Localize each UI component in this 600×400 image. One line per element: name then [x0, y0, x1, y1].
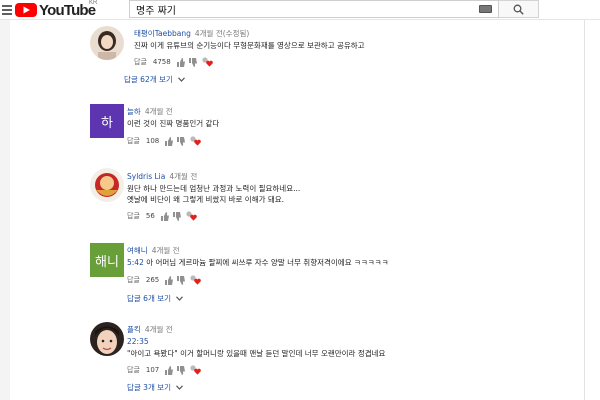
logo-region: KR: [89, 0, 98, 6]
view-replies-label: 답글 6개 보기: [127, 294, 172, 303]
avatar[interactable]: [90, 322, 124, 356]
thumbs-up-icon[interactable]: [165, 365, 174, 375]
comment-header: Syldris Lia 4개월 전: [127, 171, 197, 182]
reply-button[interactable]: 답글: [127, 136, 140, 146]
timestamp-link[interactable]: 22:35: [127, 337, 149, 346]
thumbs-up-icon[interactable]: [165, 136, 174, 146]
comment-header: 여해니 4개월 전: [127, 245, 180, 256]
heart-icon: [194, 368, 202, 375]
thumbs-up-icon[interactable]: [165, 275, 174, 285]
avatar-photo-icon: [90, 26, 124, 60]
author-name[interactable]: 태평이Taebbang: [134, 29, 191, 38]
thumbs-down-icon[interactable]: [177, 275, 186, 285]
chevron-down-icon: [176, 385, 183, 390]
thumbs-up-icon[interactable]: [176, 57, 185, 67]
comment-time[interactable]: 4개월 전(수정됨): [195, 29, 249, 38]
youtube-page: YouTube KR 태평이Taebbang 4개월 전(수정됨): [0, 0, 600, 400]
youtube-logo[interactable]: YouTube: [15, 1, 96, 19]
thumbs-down-icon[interactable]: [177, 136, 186, 146]
view-replies-button[interactable]: 답글 6개 보기: [127, 293, 183, 304]
view-replies-button[interactable]: 답글 62개 보기: [124, 74, 185, 85]
comment-time[interactable]: 4개월 전: [145, 107, 173, 116]
masthead: YouTube KR: [0, 0, 600, 20]
author-name[interactable]: 늘하: [127, 107, 141, 116]
thumbs-down-icon[interactable]: [177, 365, 186, 375]
comment-actions: 답글 108: [127, 135, 204, 147]
search-icon: [513, 4, 524, 15]
avatar-photo-icon: [90, 168, 124, 202]
heart-icon: [205, 60, 213, 67]
thumbs-up-icon[interactable]: [160, 211, 169, 221]
avatar[interactable]: 해니: [90, 243, 124, 277]
like-count: 107: [145, 366, 160, 374]
heart-icon: [194, 139, 202, 146]
avatar-letter: 해니: [95, 254, 119, 270]
thumbs-down-icon[interactable]: [172, 211, 181, 221]
comment-time[interactable]: 4개월 전: [152, 246, 180, 255]
reply-button[interactable]: 답글: [134, 57, 147, 67]
reply-button[interactable]: 답글: [127, 211, 140, 221]
comment-header: 태평이Taebbang 4개월 전(수정됨): [134, 28, 249, 39]
comment-time[interactable]: 4개월 전: [169, 172, 197, 181]
reply-button[interactable]: 답글: [127, 365, 140, 375]
timestamp-link[interactable]: 5:42: [127, 258, 144, 267]
view-replies-label: 답글 3개 보기: [127, 383, 172, 392]
search-box[interactable]: [129, 0, 499, 18]
left-gutter: [0, 20, 10, 400]
keyboard-icon[interactable]: [479, 5, 492, 13]
comment-actions: 답글 265: [127, 274, 204, 286]
comment-text: "아이고 욕봤다" 이거 할머니랑 있을때 맨날 듣던 말인데 너무 오랜만이라…: [127, 349, 386, 358]
comment-text: 원단 하나 만드는데 엄청난 과정과 노력이 필요하네요...: [127, 184, 301, 193]
avatar-letter: 하: [101, 115, 113, 131]
chevron-down-icon: [176, 296, 183, 301]
thumbs-down-icon[interactable]: [188, 57, 197, 67]
comment-header: 늘하 4개월 전: [127, 106, 173, 117]
heart-icon: [194, 278, 202, 285]
view-replies-label: 답글 62개 보기: [124, 75, 173, 84]
comment-header: 플킥 4개월 전: [127, 324, 173, 335]
creator-heart: [190, 136, 204, 146]
author-name[interactable]: Syldris Lia: [127, 172, 165, 181]
author-name[interactable]: 여해니: [127, 246, 148, 255]
comment-text: 옛날에 비단이 왜 그렇게 비쌌지 바로 이해가 돼요.: [127, 195, 285, 204]
avatar[interactable]: 하: [90, 104, 124, 138]
creator-heart: [190, 365, 204, 375]
like-count: 108: [145, 137, 160, 145]
youtube-play-icon: [15, 3, 37, 17]
guide-menu-icon[interactable]: [2, 3, 12, 16]
view-replies-button[interactable]: 답글 3개 보기: [127, 382, 183, 393]
like-count: 265: [145, 276, 160, 284]
comment-text: 아 어머님 게르마늄 팔찌에 씨쓰루 자수 양말 너무 취향저격이에요 ㅋㅋㅋㅋ…: [143, 258, 389, 267]
comment-time[interactable]: 4개월 전: [145, 325, 173, 334]
logo-text: YouTube: [39, 1, 96, 19]
avatar[interactable]: [90, 168, 124, 202]
creator-heart: [186, 211, 200, 221]
search-button[interactable]: [499, 0, 539, 18]
like-count: 56: [145, 212, 155, 220]
creator-heart: [190, 275, 204, 285]
like-count: 4758: [152, 58, 171, 66]
search-input[interactable]: [136, 3, 466, 16]
comment-actions: 답글 4758: [134, 56, 216, 68]
comment-text: 이런 것이 진짜 명품인거 같다: [127, 119, 220, 128]
avatar[interactable]: [90, 26, 124, 60]
comment-actions: 답글 56: [127, 210, 200, 222]
comment-text: 진짜 이게 유튜브의 순기능이다 무형문화재를 영상으로 보관하고 공유하고: [134, 41, 365, 50]
author-name[interactable]: 플킥: [127, 325, 141, 334]
heart-icon: [190, 214, 197, 221]
reply-button[interactable]: 답글: [127, 275, 140, 285]
chevron-down-icon: [177, 77, 185, 82]
comment-text-line: 5:42 아 어머님 게르마늄 팔찌에 씨쓰루 자수 양말 너무 취향저격이에요…: [127, 257, 388, 268]
avatar-photo-icon: [90, 322, 124, 356]
right-divider: [584, 20, 585, 400]
comment-actions: 답글 107: [127, 364, 204, 376]
creator-heart: [202, 57, 216, 67]
